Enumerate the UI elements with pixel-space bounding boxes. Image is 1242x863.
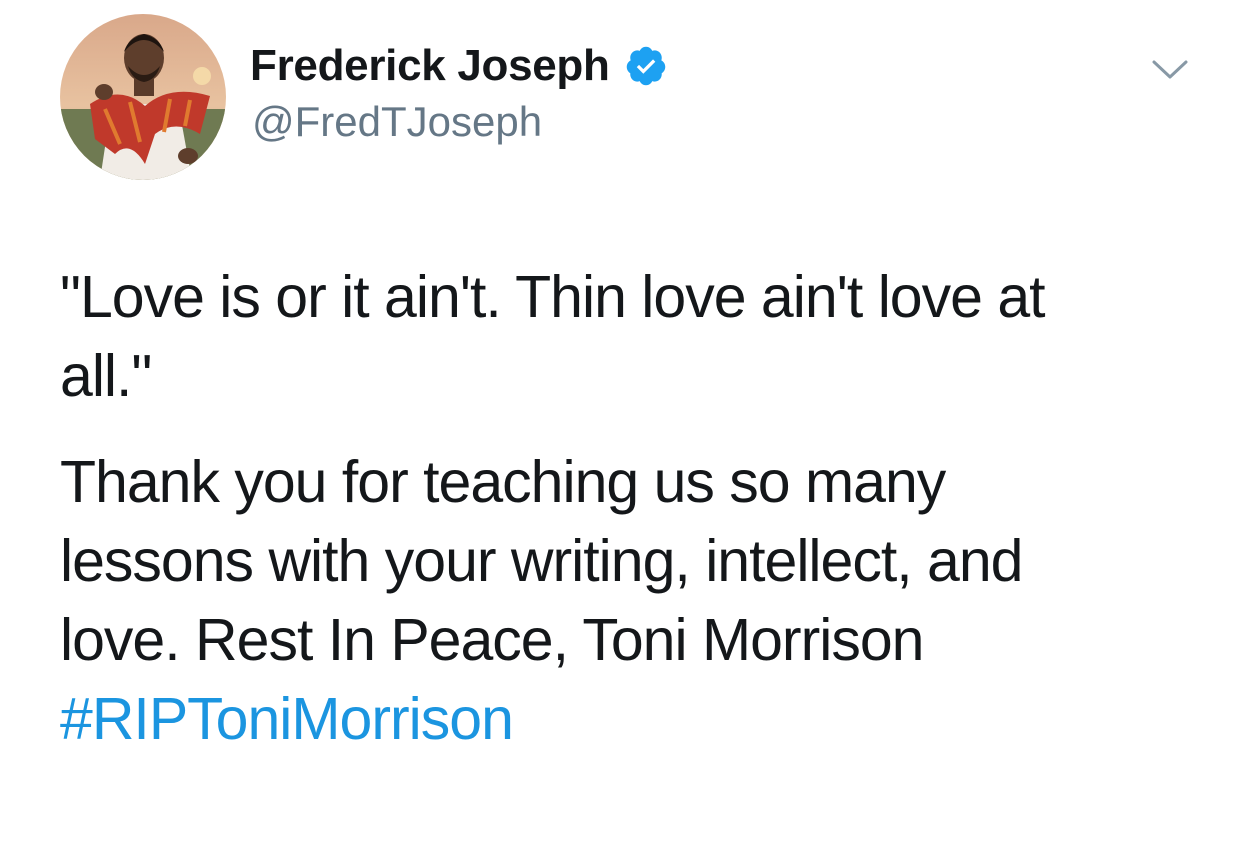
tweet-line: love. Rest In Peace, Toni Morrison (60, 607, 924, 673)
author-name-row: Frederick Joseph (250, 36, 668, 96)
hashtag-link[interactable]: #RIPToniMorrison (60, 686, 514, 752)
tweet-paragraph-2: Thank you for teaching us so many lesson… (60, 443, 1180, 759)
chevron-down-icon[interactable] (1150, 56, 1190, 84)
tweet-paragraph-1: "Love is or it ain't. Thin love ain't lo… (60, 258, 1180, 416)
avatar[interactable] (60, 14, 226, 180)
tweet-line: lessons with your writing, intellect, an… (60, 528, 1023, 594)
tweet-line: Thank you for teaching us so many (60, 449, 946, 515)
tweet-line: "Love is or it ain't. Thin love ain't lo… (60, 264, 1046, 330)
verified-badge-icon (624, 44, 668, 88)
tweet-card: Frederick Joseph @FredTJoseph "Love is o… (0, 0, 1242, 863)
author-handle[interactable]: @FredTJoseph (252, 98, 542, 146)
avatar-photo (60, 14, 226, 180)
display-name[interactable]: Frederick Joseph (250, 41, 610, 91)
tweet-text: "Love is or it ain't. Thin love ain't lo… (60, 258, 1180, 759)
tweet-line: all." (60, 343, 152, 409)
